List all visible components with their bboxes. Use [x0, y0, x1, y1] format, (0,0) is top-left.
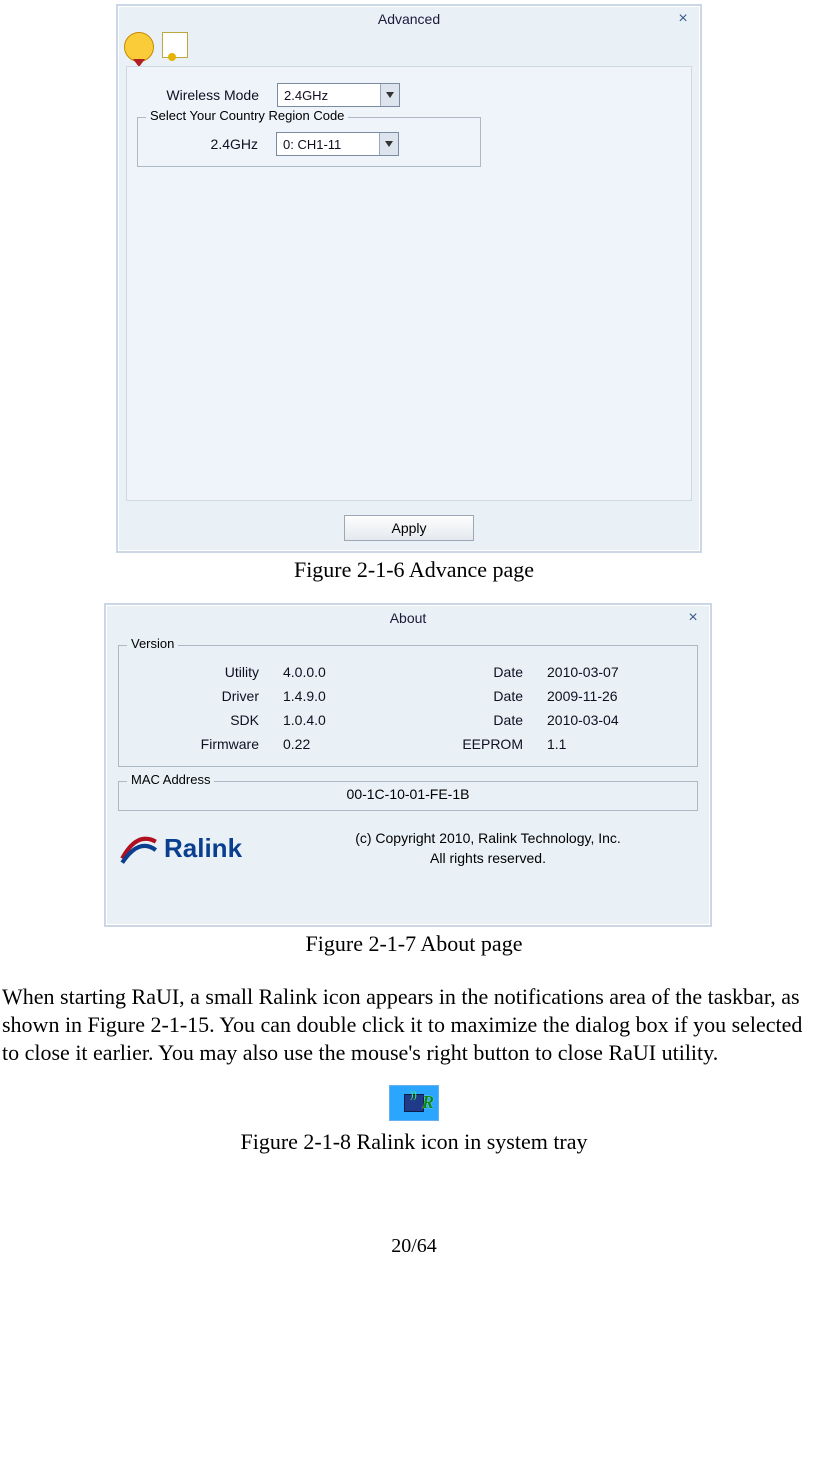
mac-address-value: 00-1C-10-01-FE-1B	[119, 786, 697, 802]
certificate-icon[interactable]	[162, 32, 188, 58]
version-value: 4.0.0.0	[283, 660, 413, 684]
mac-address-group: MAC Address 00-1C-10-01-FE-1B	[118, 781, 698, 811]
version-value: 1.4.9.0	[283, 684, 413, 708]
version-group: Version Utility 4.0.0.0 Date 2010-03-07 …	[118, 645, 698, 767]
version-key2: Date	[413, 684, 547, 708]
mac-address-label: MAC Address	[127, 772, 214, 787]
version-val2: 1.1	[547, 732, 667, 756]
copyright-text: (c) Copyright 2010, Ralink Technology, I…	[278, 828, 698, 868]
version-val2: 2009-11-26	[547, 684, 667, 708]
version-row-firmware: Firmware 0.22 EEPROM 1.1	[129, 732, 687, 756]
advance-toolbar	[124, 32, 188, 62]
page-number: 20/64	[0, 1235, 828, 1258]
signal-wave-icon: ))	[410, 1090, 417, 1101]
body-paragraph: When starting RaUI, a small Ralink icon …	[0, 983, 828, 1067]
copyright-area: Ralink (c) Copyright 2010, Ralink Techno…	[118, 821, 698, 875]
version-val2: 2010-03-07	[547, 660, 667, 684]
advance-body: Wireless Mode 2.4GHz Select Your Country…	[126, 66, 692, 501]
medal-icon[interactable]	[124, 32, 154, 62]
version-value: 1.0.4.0	[283, 708, 413, 732]
version-name: SDK	[129, 708, 283, 732]
chevron-down-icon	[379, 133, 398, 155]
region-code-row: 2.4GHz 0: CH1-11	[146, 132, 399, 156]
apply-button[interactable]: Apply	[344, 515, 474, 541]
ralink-logo: Ralink	[118, 821, 278, 875]
about-window-title: About	[106, 605, 710, 631]
wireless-mode-dropdown[interactable]: 2.4GHz	[277, 83, 400, 107]
region-band-label: 2.4GHz	[146, 136, 258, 152]
about-window: About × Version Utility 4.0.0.0 Date 201…	[104, 603, 712, 927]
figure-caption-1: Figure 2-1-6 Advance page	[0, 557, 828, 583]
close-icon[interactable]: ×	[684, 609, 702, 627]
ralink-swoosh-icon	[118, 827, 160, 869]
wireless-mode-row: Wireless Mode 2.4GHz	[139, 83, 400, 107]
about-body: Version Utility 4.0.0.0 Date 2010-03-07 …	[118, 645, 698, 913]
chevron-down-icon	[380, 84, 399, 106]
version-value: 0.22	[283, 732, 413, 756]
advance-window-title: Advanced	[118, 6, 700, 32]
close-icon[interactable]: ×	[674, 10, 692, 28]
version-group-label: Version	[127, 636, 178, 651]
version-val2: 2010-03-04	[547, 708, 667, 732]
version-key2: Date	[413, 660, 547, 684]
figure-caption-3: Figure 2-1-8 Ralink icon in system tray	[0, 1129, 828, 1155]
version-key2: EEPROM	[413, 732, 547, 756]
figure-caption-2: Figure 2-1-7 About page	[0, 931, 828, 957]
wireless-mode-label: Wireless Mode	[139, 87, 259, 103]
ralink-logo-text: Ralink	[164, 833, 242, 864]
wireless-mode-value: 2.4GHz	[278, 88, 380, 103]
version-row-utility: Utility 4.0.0.0 Date 2010-03-07	[129, 660, 687, 684]
version-row-sdk: SDK 1.0.4.0 Date 2010-03-04	[129, 708, 687, 732]
ralink-r-icon: R	[422, 1092, 434, 1113]
advance-window: Advanced × Wireless Mode 2.4GHz Select Y…	[116, 4, 702, 553]
region-code-value: 0: CH1-11	[277, 137, 379, 152]
region-code-dropdown[interactable]: 0: CH1-11	[276, 132, 399, 156]
version-key2: Date	[413, 708, 547, 732]
version-name: Firmware	[129, 732, 283, 756]
version-name: Utility	[129, 660, 283, 684]
copyright-line2: All rights reserved.	[278, 848, 698, 868]
system-tray-ralink-icon[interactable]: )) R	[389, 1085, 439, 1121]
region-code-group-label: Select Your Country Region Code	[146, 108, 348, 123]
version-name: Driver	[129, 684, 283, 708]
version-row-driver: Driver 1.4.9.0 Date 2009-11-26	[129, 684, 687, 708]
region-code-group: Select Your Country Region Code 2.4GHz 0…	[137, 117, 481, 167]
copyright-line1: (c) Copyright 2010, Ralink Technology, I…	[278, 828, 698, 848]
